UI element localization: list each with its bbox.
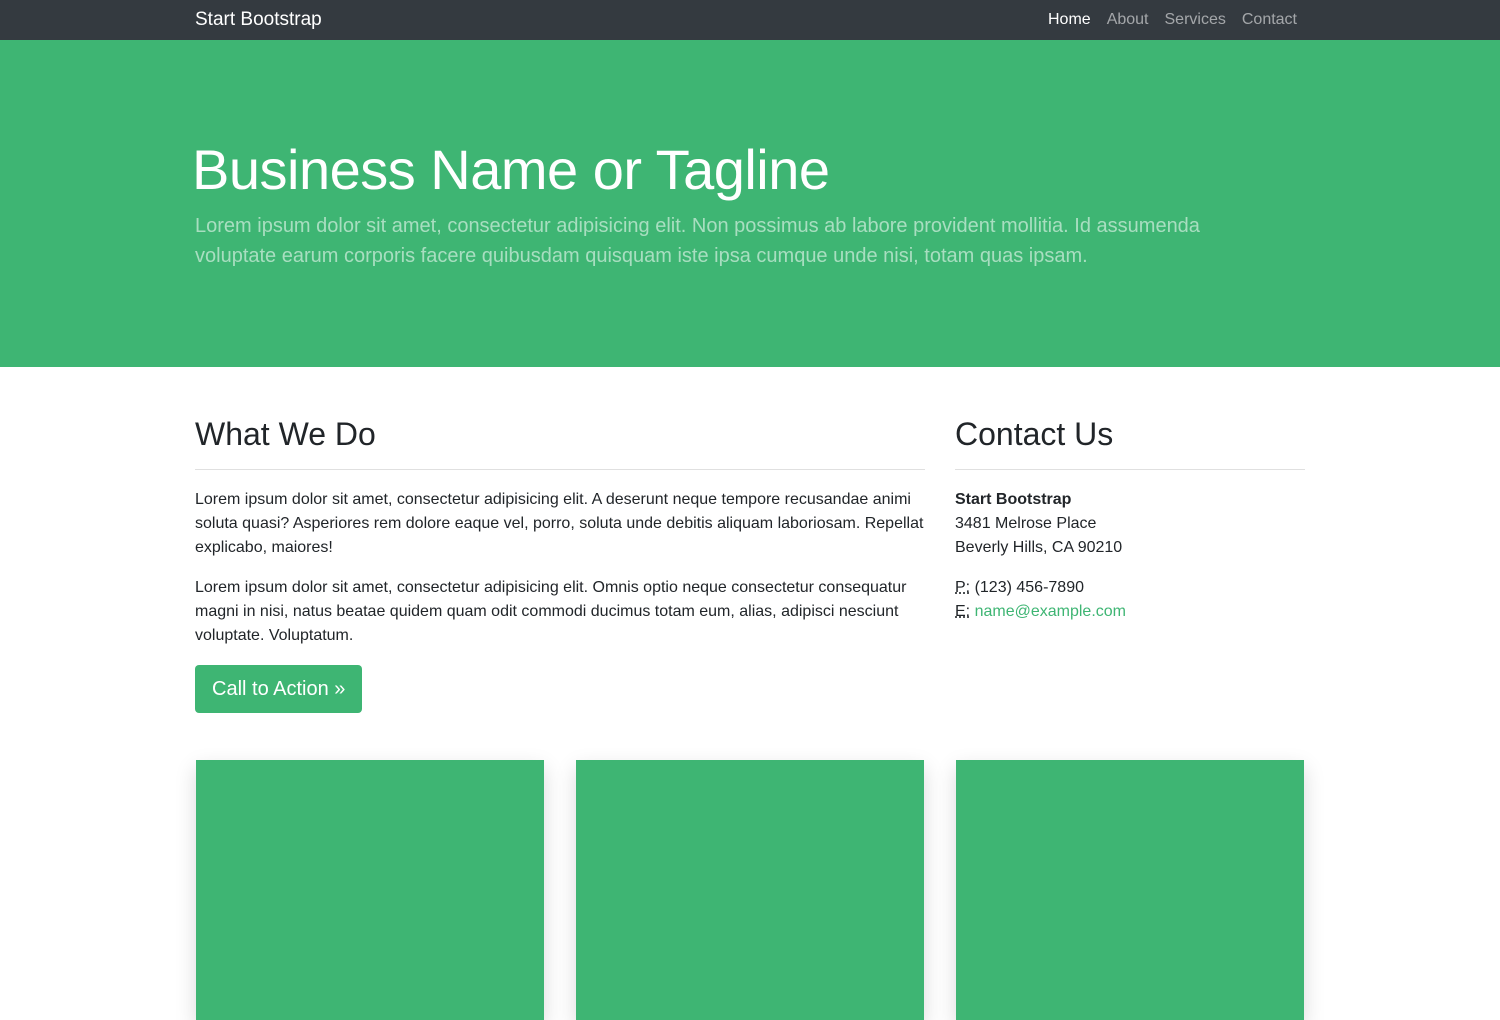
contact-address: Start Bootstrap 3481 Melrose Place Bever… xyxy=(955,488,1305,560)
section-divider xyxy=(195,469,925,470)
contact-company: Start Bootstrap xyxy=(955,491,1072,508)
contact-details: P: (123) 456-7890 E: name@example.com xyxy=(955,576,1305,624)
phone-label: P: xyxy=(955,579,971,596)
card-image-placeholder-1 xyxy=(196,760,544,1020)
navbar: Start Bootstrap Home About Services Cont… xyxy=(0,0,1500,40)
nav-link-services[interactable]: Services xyxy=(1165,0,1226,40)
contact-phone: (123) 456-7890 xyxy=(974,579,1084,596)
nav-link-about[interactable]: About xyxy=(1107,0,1149,40)
hero-section: Business Name or Tagline Lorem ipsum dol… xyxy=(0,40,1500,367)
hero-lead-text: Lorem ipsum dolor sit amet, consectetur … xyxy=(195,215,1200,267)
section-divider xyxy=(955,469,1305,470)
contact-city: Beverly Hills, CA 90210 xyxy=(955,539,1123,556)
what-we-do-paragraph-1: Lorem ipsum dolor sit amet, consectetur … xyxy=(195,491,924,556)
card-image-placeholder-3 xyxy=(956,760,1304,1020)
hero-title: Business Name or Tagline xyxy=(192,138,830,201)
navbar-brand[interactable]: Start Bootstrap xyxy=(195,8,322,32)
call-to-action-button[interactable]: Call to Action » xyxy=(195,665,363,713)
what-we-do-paragraph-2: Lorem ipsum dolor sit amet, consectetur … xyxy=(195,579,907,644)
what-we-do-section: What We Do Lorem ipsum dolor sit amet, c… xyxy=(195,412,925,713)
card-image-placeholder-2 xyxy=(576,760,924,1020)
contact-us-heading: Contact Us xyxy=(955,416,1114,452)
nav-link-home[interactable]: Home xyxy=(1048,0,1091,40)
nav-links: Home About Services Contact xyxy=(1048,0,1297,40)
contact-street: 3481 Melrose Place xyxy=(955,515,1097,532)
email-label: E: xyxy=(955,603,971,620)
what-we-do-heading: What We Do xyxy=(195,416,376,452)
nav-link-contact[interactable]: Contact xyxy=(1242,0,1297,40)
contact-us-section: Contact Us Start Bootstrap 3481 Melrose … xyxy=(955,412,1305,624)
contact-email-link[interactable]: name@example.com xyxy=(975,603,1126,620)
